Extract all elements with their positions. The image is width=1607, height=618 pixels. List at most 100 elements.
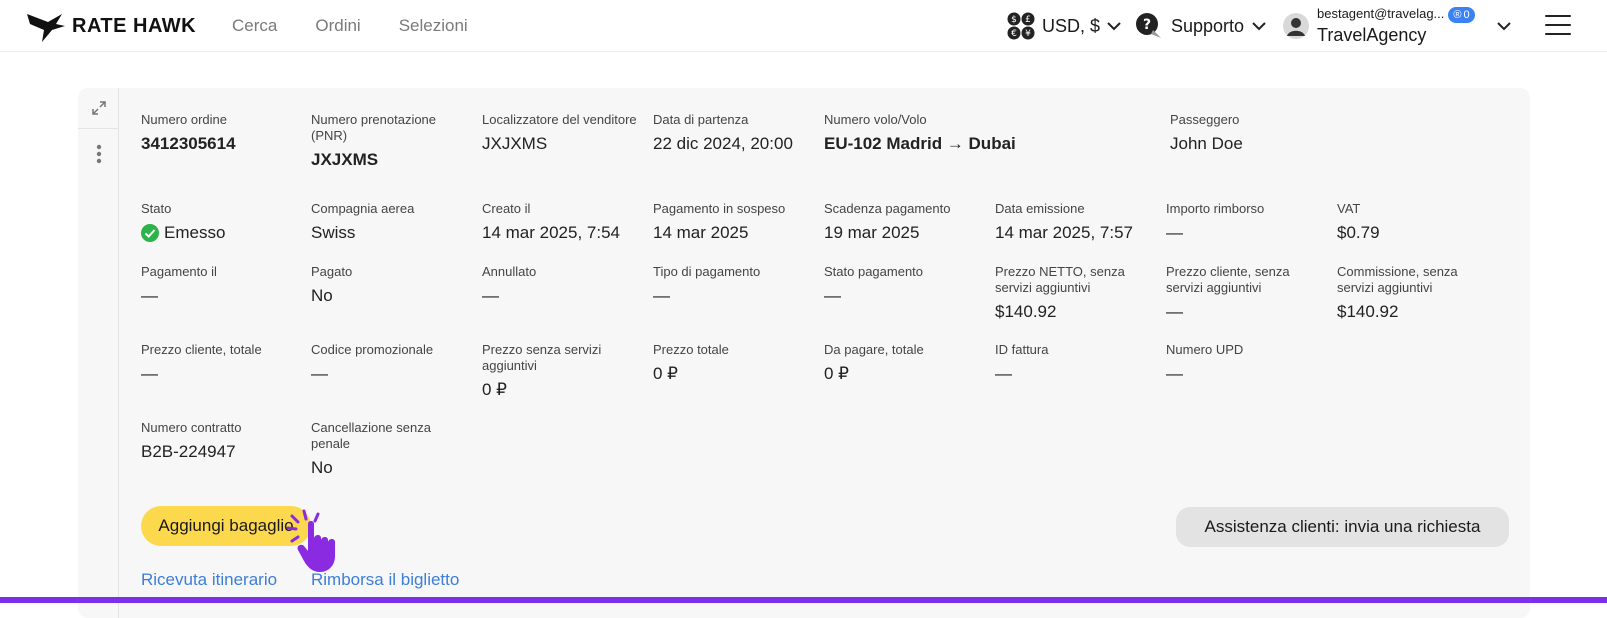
field-label: Compagnia aerea [311, 201, 415, 216]
currency-coins-icon: $ £ € ¥ [1007, 12, 1035, 40]
field-value: 14 mar 2025 [653, 223, 749, 242]
field-value: John Doe [1170, 134, 1243, 153]
status-badge: Emesso [164, 223, 226, 242]
field-pending-payment: Pagamento in sospeso 14 mar 2025 [653, 201, 813, 243]
field-label: Pagamento il [141, 264, 217, 279]
more-options-icon[interactable] [78, 136, 119, 172]
field-value: No [311, 286, 333, 305]
card-sidebar [78, 88, 119, 618]
field-label: Scadenza pagamento [824, 201, 951, 216]
field-label: Numero ordine [141, 112, 227, 127]
field-value: 22 dic 2024, 20:00 [653, 134, 793, 153]
field-vat: VAT $0.79 [1337, 201, 1497, 243]
field-pnr: Numero prenotazione (PNR) JXJXMS [311, 112, 471, 170]
field-issue-date: Data emissione 14 mar 2025, 7:57 [995, 201, 1155, 243]
field-value: 0 ₽ [824, 364, 849, 383]
currency-label: USD, $ [1042, 15, 1101, 36]
nav-selezioni[interactable]: Selezioni [399, 16, 468, 36]
field-label: Codice promozionale [311, 342, 434, 357]
svg-text:?: ? [1143, 17, 1151, 33]
field-vendor-locator: Localizzatore del venditore JXJXMS [482, 112, 642, 154]
field-value: No [311, 458, 333, 477]
field-label: Commissione, senza servizi aggiuntivi [1337, 264, 1458, 295]
field-value: — [1166, 223, 1183, 242]
chevron-down-icon [1107, 22, 1121, 31]
bottom-accent-bar [0, 597, 1607, 603]
main-nav: Cerca Ordini Selezioni [232, 16, 468, 36]
logo-text: RATE HAWK [72, 14, 197, 37]
check-circle-icon [141, 224, 159, 242]
currency-selector[interactable]: $ £ € ¥ USD, $ [1007, 0, 1121, 52]
field-value: — [311, 364, 328, 383]
field-price-no-extras: Prezzo senza servizi aggiuntivi 0 ₽ [482, 342, 642, 400]
rouble-coin-icon: ® [1453, 8, 1462, 21]
logo[interactable]: RATE HAWK [26, 8, 196, 44]
field-paid: Pagato No [311, 264, 471, 306]
field-value: 0 ₽ [482, 380, 507, 399]
field-label: Prezzo senza servizi aggiuntivi [482, 342, 602, 373]
itinerary-receipt-link[interactable]: Ricevuta itinerario [141, 570, 277, 590]
field-label: ID fattura [995, 342, 1049, 357]
user-menu[interactable]: bestagent@travelag... ® 0 TravelAgency [1283, 0, 1511, 52]
field-label: Stato [141, 201, 172, 216]
field-value: 14 mar 2025, 7:57 [995, 223, 1133, 242]
svg-text:€: € [1011, 29, 1017, 39]
field-value: JXJXMS [482, 134, 548, 153]
field-value: 0 ₽ [653, 364, 678, 383]
field-value: EU-102 Madrid → Dubai [824, 134, 1016, 153]
hamburger-menu-icon[interactable] [1545, 15, 1571, 42]
field-label: Data emissione [995, 201, 1085, 216]
field-value: 3412305614 [141, 134, 236, 153]
sidebar-divider [78, 128, 119, 129]
field-label: Annullato [482, 264, 537, 279]
field-commission: Commissione, senza servizi aggiuntivi $1… [1337, 264, 1497, 322]
field-label: Pagato [311, 264, 353, 279]
badge-count: 0 [1463, 8, 1470, 21]
nav-ordini[interactable]: Ordini [315, 16, 360, 36]
click-pointer-icon [286, 509, 335, 572]
field-label: Cancellazione senza penale [311, 420, 431, 451]
user-email: bestagent@travelag... [1317, 6, 1445, 22]
chevron-down-icon [1496, 22, 1511, 31]
field-status: Stato Emesso [141, 201, 301, 243]
field-label: Numero volo/Volo [824, 112, 927, 127]
field-value: $140.92 [1337, 302, 1399, 321]
field-value: 14 mar 2025, 7:54 [482, 223, 620, 242]
svg-text:$: $ [1011, 15, 1017, 25]
nav-cerca[interactable]: Cerca [232, 16, 277, 36]
field-client-price-total: Prezzo cliente, totale — [141, 342, 301, 384]
field-free-cancellation: Cancellazione senza penale No [311, 420, 471, 478]
field-label: Numero prenotazione (PNR) [311, 112, 437, 143]
field-value: B2B-224947 [141, 442, 236, 461]
field-value: $0.79 [1337, 223, 1380, 242]
bonus-badge: ® 0 [1448, 6, 1475, 23]
field-value: $140.92 [995, 302, 1057, 321]
field-label: Localizzatore del venditore [482, 112, 637, 127]
field-payment-status: Stato pagamento — [824, 264, 984, 306]
field-label: Importo rimborso [1166, 201, 1265, 216]
svg-text:£: £ [1025, 15, 1031, 25]
field-payment-type: Tipo di pagamento — [653, 264, 813, 306]
top-header: RATE HAWK Cerca Ordini Selezioni $ £ € ¥… [0, 0, 1607, 52]
field-label: Stato pagamento [824, 264, 924, 279]
support-label: Supporto [1171, 15, 1245, 36]
support-menu[interactable]: ? Supporto [1135, 0, 1266, 52]
field-label: Creato il [482, 201, 531, 216]
field-payment-deadline: Scadenza pagamento 19 mar 2025 [824, 201, 984, 243]
field-client-price-no-extras: Prezzo cliente, senza servizi aggiuntivi… [1166, 264, 1326, 322]
field-label: Prezzo totale [653, 342, 729, 357]
field-value: — [995, 364, 1012, 383]
field-invoice-id: ID fattura — [995, 342, 1155, 384]
svg-text:¥: ¥ [1025, 29, 1031, 39]
field-airline: Compagnia aerea Swiss [311, 201, 471, 243]
expand-icon[interactable] [78, 90, 119, 126]
field-label: Pagamento in sospeso [653, 201, 786, 216]
field-value: — [482, 286, 499, 305]
field-value: — [1166, 364, 1183, 383]
field-value: — [141, 364, 158, 383]
field-net-price: Prezzo NETTO, senza servizi aggiuntivi $… [995, 264, 1155, 322]
field-value: JXJXMS [311, 150, 379, 169]
field-label: Prezzo cliente, senza servizi aggiuntivi [1166, 264, 1290, 295]
support-request-button[interactable]: Assistenza clienti: invia una richiesta [1176, 507, 1509, 547]
avatar [1283, 13, 1309, 39]
